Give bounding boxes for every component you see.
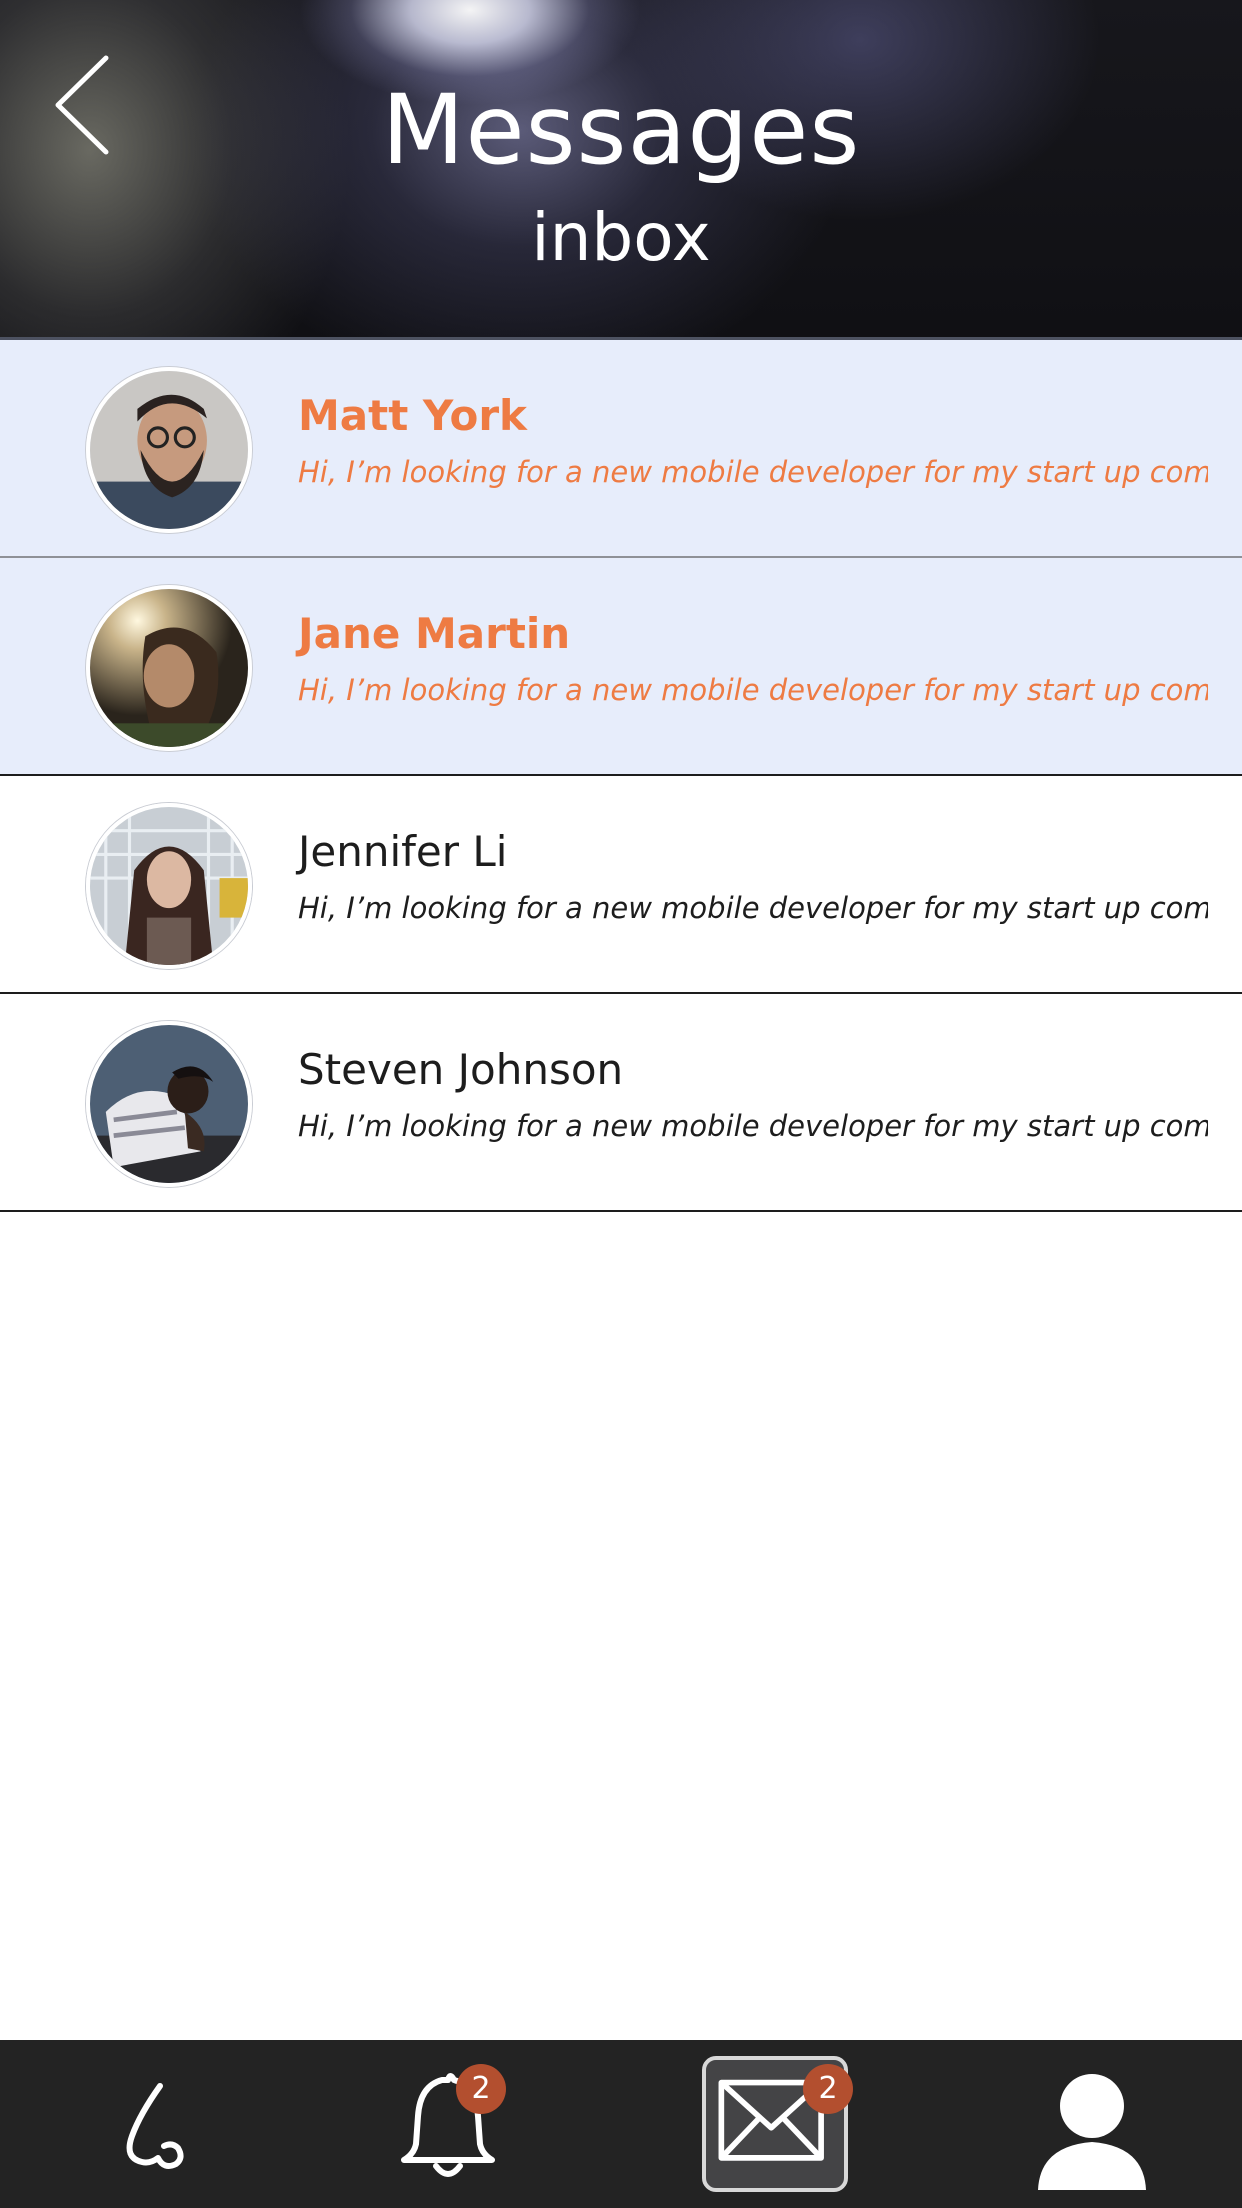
page-title: Messages (381, 74, 861, 186)
message-row[interactable]: Jane Martin Hi, I’m looking for a new mo… (0, 558, 1242, 776)
message-row[interactable]: Steven Johnson Hi, I’m looking for a new… (0, 994, 1242, 1212)
tab-profile[interactable] (1022, 2054, 1162, 2194)
sender-name: Jane Martin (298, 609, 571, 658)
messages-screen: Messages inbox Matt York Hi, I’m looking… (0, 0, 1242, 2208)
avatar-photo (90, 807, 248, 965)
tab-bar (0, 2040, 1242, 2208)
message-preview: Hi, I’m looking for a new mobile develop… (298, 891, 1208, 925)
sender-name: Jennifer Li (298, 827, 508, 876)
message-row[interactable]: Matt York Hi, I’m looking for a new mobi… (0, 340, 1242, 558)
avatar-photo (90, 371, 248, 529)
tab-explore[interactable] (88, 2054, 228, 2194)
avatar[interactable] (86, 803, 252, 969)
notifications-badge: 2 (456, 2064, 506, 2114)
messages-badge: 2 (803, 2064, 853, 2114)
sender-name: Steven Johnson (298, 1045, 624, 1094)
message-preview: Hi, I’m looking for a new mobile develop… (298, 673, 1208, 707)
message-list: Matt York Hi, I’m looking for a new mobi… (0, 340, 1242, 1212)
header: Messages inbox (0, 0, 1242, 340)
message-preview: Hi, I’m looking for a new mobile develop… (298, 1109, 1208, 1143)
avatar[interactable] (86, 1021, 252, 1187)
avatar-photo (90, 1025, 248, 1183)
avatar-photo (90, 589, 248, 747)
user-icon (1038, 2074, 1146, 2190)
avatar[interactable] (86, 367, 252, 533)
message-preview: Hi, I’m looking for a new mobile develop… (298, 455, 1208, 489)
nose-icon (126, 2083, 184, 2169)
page-subtitle: inbox (531, 199, 711, 276)
message-row[interactable]: Jennifer Li Hi, I’m looking for a new mo… (0, 776, 1242, 994)
sender-name: Matt York (298, 391, 527, 440)
avatar[interactable] (86, 585, 252, 751)
